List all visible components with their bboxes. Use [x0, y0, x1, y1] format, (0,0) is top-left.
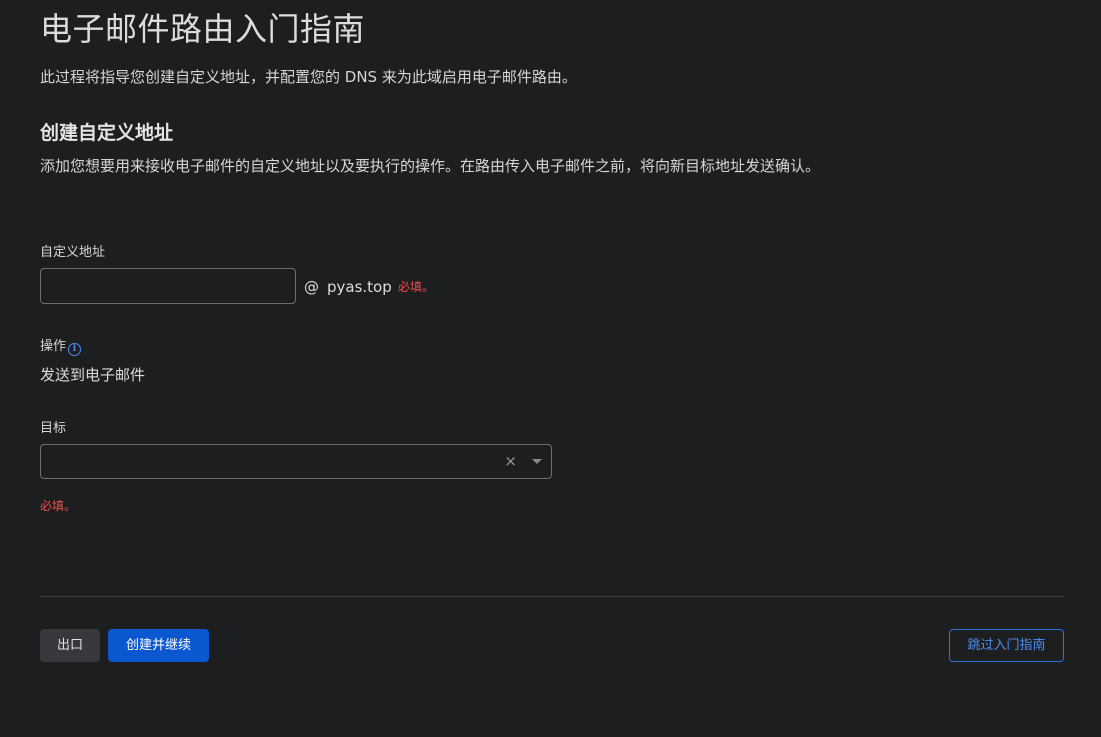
custom-address-required-message: 必填。	[398, 280, 435, 294]
section-heading: 创建自定义地址	[40, 122, 174, 144]
domain-name: pyas.top	[327, 278, 392, 296]
create-and-continue-button[interactable]: 创建并继续	[108, 629, 209, 662]
footer-divider	[40, 596, 1064, 597]
chevron-down-icon[interactable]	[532, 459, 542, 464]
action-label-row: 操作 i	[40, 338, 82, 356]
action-label: 操作	[40, 339, 67, 354]
skip-onboarding-button[interactable]: 跳过入门指南	[949, 629, 1064, 662]
custom-address-label: 自定义地址	[40, 245, 106, 260]
destination-label: 目标	[40, 421, 67, 436]
page-intro: 此过程将指导您创建自定义地址，并配置您的 DNS 来为此域启用电子邮件路由。	[40, 68, 577, 86]
destination-required-message: 必填。	[40, 499, 77, 513]
action-value: 发送到电子邮件	[40, 366, 146, 384]
section-description: 添加您想要用来接收电子邮件的自定义地址以及要执行的操作。在路由传入电子邮件之前，…	[40, 157, 821, 175]
exit-button[interactable]: 出口	[40, 629, 100, 662]
email-routing-onboarding-page: 电子邮件路由入门指南 此过程将指导您创建自定义地址，并配置您的 DNS 来为此域…	[0, 0, 1101, 737]
clear-icon[interactable]: ×	[504, 452, 517, 470]
at-sign: @	[304, 278, 319, 296]
page-title: 电子邮件路由入门指南	[40, 10, 366, 48]
destination-select[interactable]: ×	[40, 444, 552, 479]
custom-address-input[interactable]	[40, 268, 296, 304]
info-icon[interactable]: i	[68, 343, 82, 356]
